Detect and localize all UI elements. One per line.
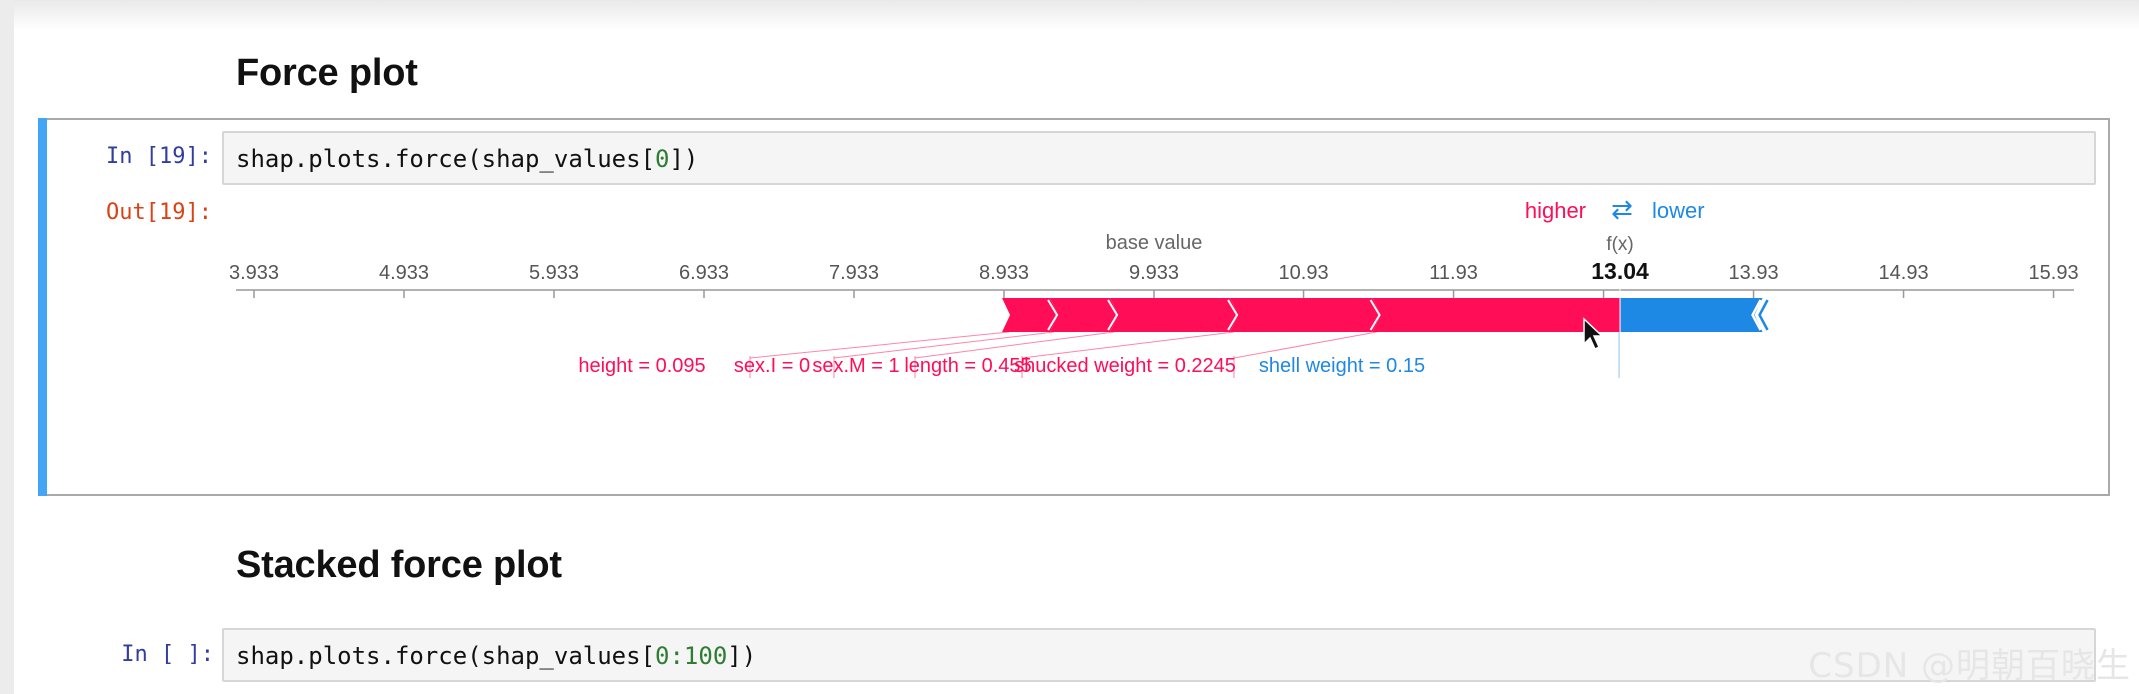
force-bars <box>1002 284 1769 334</box>
force-plot: higher ⇄ lower base value f(x) 3.933 4.93… <box>229 194 2079 378</box>
axis-tick-label: 13.93 <box>1729 262 1779 284</box>
axis-tick-label: 5.933 <box>529 262 579 284</box>
watermark: CSDN @明朝百晓生 <box>1808 646 2131 686</box>
code-text: shap.plots.force(shap_values[0]) <box>236 145 699 173</box>
feature-label: shucked weight = 0.2245 <box>1014 355 1236 377</box>
legend: higher ⇄ lower <box>1525 194 1705 224</box>
input-prompt-2: In [ ]: <box>121 642 214 667</box>
feature-label: sex.M = 1 <box>812 355 899 377</box>
feature-label: height = 0.095 <box>578 355 705 377</box>
feature-label: length = 0.455 <box>904 355 1031 377</box>
axis-tick-label: 10.93 <box>1279 262 1329 284</box>
legend-higher: higher <box>1525 198 1586 223</box>
section-heading-stacked: Stacked force plot <box>236 544 562 586</box>
code-input[interactable]: shap.plots.force(shap_values[0]) <box>222 131 2096 185</box>
axis-tick-label: 14.93 <box>1879 262 1929 284</box>
legend-lower: lower <box>1652 198 1705 223</box>
positive-feature-bar[interactable] <box>1230 298 1381 332</box>
fx-value: 13.04 <box>1591 258 1649 284</box>
feature-label: sex.I = 0 <box>734 355 810 377</box>
input-prompt: In [19]: <box>106 144 212 169</box>
output-prompt: Out[19]: <box>106 200 212 225</box>
left-gutter <box>0 0 14 694</box>
axis-tick-label: 11.93 <box>1429 262 1478 284</box>
axis-tick-label: 7.933 <box>829 262 879 284</box>
code-text-2: shap.plots.force(shap_values[0:100]) <box>236 642 757 670</box>
negative-feature-bar[interactable] <box>1620 298 1763 332</box>
axis-ticks: 3.933 4.933 5.933 6.933 7.933 8.933 9.933 10.93… <box>229 262 2079 298</box>
top-shadow <box>0 0 2139 30</box>
positive-feature-bar[interactable] <box>1110 298 1239 332</box>
feature-labels: height = 0.095 sex.I = 0 sex.M = 1 length =… <box>578 331 1620 378</box>
section-heading-force-plot: Force plot <box>236 52 418 94</box>
feature-label: shell weight = 0.15 <box>1259 355 1425 377</box>
axis-tick-label: 8.933 <box>979 262 1029 284</box>
axis-tick-label: 3.933 <box>229 262 279 284</box>
axis-tick-label: 4.933 <box>379 262 429 284</box>
axis-tick-label: 9.933 <box>1129 262 1179 284</box>
positive-feature-bar[interactable] <box>1372 298 1621 332</box>
base-value-label: base value <box>1106 232 1203 254</box>
fx-label: f(x) <box>1606 234 1633 255</box>
notebook-page: Force plot In [19]: shap.plots.force(sha… <box>0 0 2139 694</box>
positive-feature-bar[interactable] <box>1050 298 1119 332</box>
cell-selection-bar <box>38 118 47 496</box>
axis-tick-label: 15.93 <box>2029 262 2079 284</box>
bar-tail-chevron <box>1758 299 1769 331</box>
axis-tick-label: 6.933 <box>679 262 729 284</box>
legend-arrows-icon: ⇄ <box>1611 194 1633 224</box>
